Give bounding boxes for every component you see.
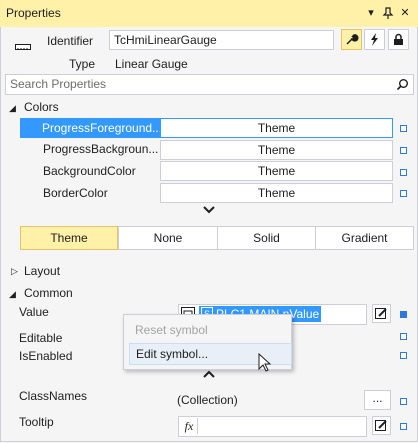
segment-solid[interactable]: Solid [217,226,316,250]
binding-indicator-icon[interactable] [400,169,407,176]
binding-indicator-icon[interactable] [400,352,407,359]
edit-tooltip-icon[interactable] [372,416,391,435]
lightning-icon[interactable] [364,29,385,50]
search-input[interactable]: Search Properties [5,74,414,95]
common-section-header[interactable]: Common [24,286,73,300]
close-icon[interactable]: ✕ [398,6,412,20]
color-value: Theme [257,143,296,157]
tooltip-input[interactable]: fx [178,416,367,437]
binding-indicator-icon[interactable] [400,423,407,430]
identifier-input[interactable]: TcHmiLinearGauge [109,30,334,50]
menu-item-reset-symbol[interactable]: Reset symbol [129,320,290,340]
binding-indicator-icon[interactable] [400,147,407,154]
property-name-tooltip: Tooltip [19,415,54,429]
segment-none[interactable]: None [118,226,218,250]
property-name: BackgroundColor [43,164,136,178]
color-value-field[interactable]: Theme [160,118,393,138]
search-icon [396,78,409,91]
type-label: Type [69,57,96,71]
binding-indicator-icon[interactable] [400,190,407,197]
segment-theme[interactable]: Theme [20,226,118,250]
binding-indicator-icon[interactable] [400,311,407,318]
pin-icon[interactable] [381,6,395,20]
color-value: Theme [257,186,296,200]
wrench-icon[interactable] [341,29,362,50]
property-name: ProgressBackgroun... [43,142,159,156]
color-value-field[interactable]: Theme [160,140,393,160]
segment-gradient[interactable]: Gradient [315,226,414,250]
identifier-label: Identifier [47,34,94,48]
property-name-value: Value [19,305,49,319]
window-title: Properties [6,6,61,20]
edit-binding-icon[interactable] [372,304,391,323]
collapse-chevron-icon[interactable] [202,369,216,379]
color-value-field[interactable]: Theme [160,183,393,203]
fx-icon[interactable]: fx [181,418,198,434]
color-value-field[interactable]: Theme [160,161,393,181]
lock-icon[interactable] [388,29,409,50]
color-value: Theme [257,121,296,135]
chevron-down-icon[interactable]: ▾ [364,6,378,20]
classnames-edit-button[interactable]: ... [364,390,391,410]
colors-section-header[interactable]: Colors [24,100,59,114]
binding-indicator-icon[interactable] [400,398,407,405]
properties-titlebar: Properties ▾ ✕ [0,0,418,28]
property-name-editable: Editable [19,331,63,345]
property-name-isenabled: IsEnabled [19,349,73,363]
property-name: BorderColor [43,186,108,200]
identifier-value: TcHmiLinearGauge [114,33,217,47]
search-placeholder: Search Properties [10,77,107,91]
binding-indicator-icon[interactable] [400,125,407,132]
property-name: ProgressForeground... [42,121,163,135]
layout-section-header[interactable]: Layout [24,264,60,278]
mouse-cursor-icon [258,353,272,373]
classnames-value: (Collection) [177,393,238,407]
type-value: Linear Gauge [115,57,188,71]
binding-indicator-icon[interactable] [400,333,407,340]
property-row-progress-foreground[interactable]: ProgressForeground... [20,118,163,138]
expand-chevron-icon[interactable] [202,205,216,215]
property-name-classnames: ClassNames [19,389,88,403]
collapse-arrow-icon[interactable]: ◢ [9,103,16,114]
expand-arrow-icon[interactable]: ▷ [11,266,18,277]
collapse-arrow-icon[interactable]: ◢ [9,289,16,300]
color-value: Theme [257,164,296,178]
control-type-icon [15,43,31,51]
